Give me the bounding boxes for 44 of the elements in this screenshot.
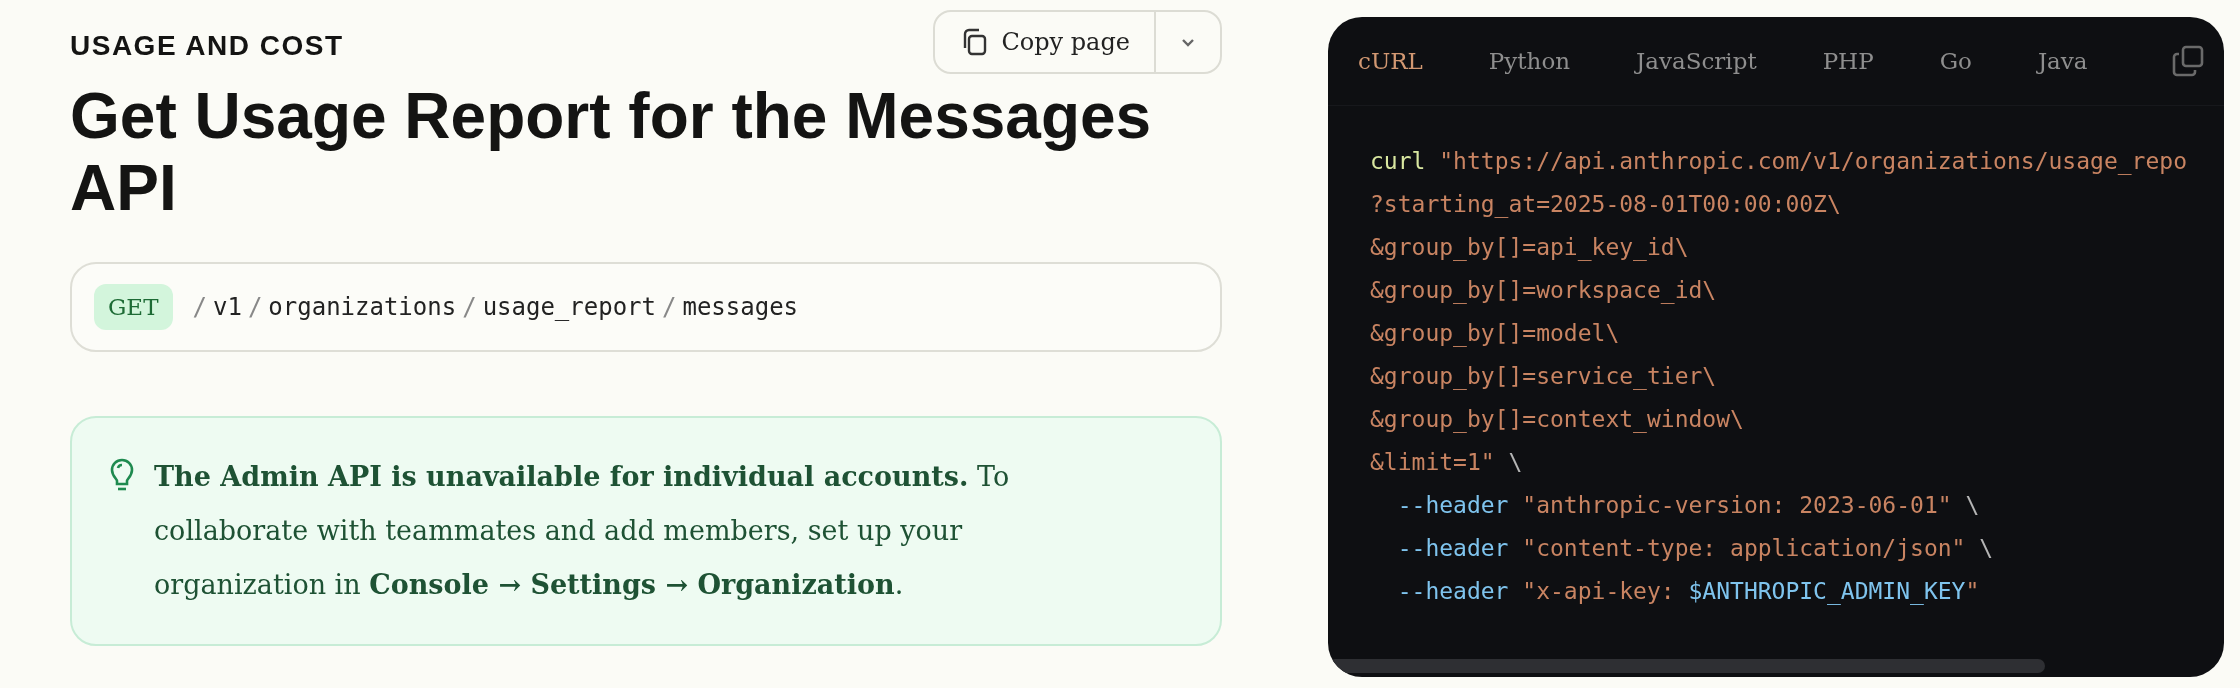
page-title: Get Usage Report for the Messages API xyxy=(70,80,1153,224)
path-separator: / xyxy=(662,293,677,321)
lightbulb-icon xyxy=(110,458,134,492)
copy-icon xyxy=(2172,45,2204,77)
callout-text: The Admin API is unavailable for individual accounts. To collaborate with teammates and add members, set up your organization in Console → Settings → Organization. xyxy=(154,460,1011,602)
code-text: ?starting_at=2025-08-01T00:00:00Z\ xyxy=(1370,190,1841,220)
code-text: "x-api-key: xyxy=(1521,577,1676,606)
path-separator: / xyxy=(192,293,207,321)
language-tab[interactable]: Python xyxy=(1480,44,1579,78)
code-text: &group_by[]=service_tier\ xyxy=(1370,362,1717,392)
code-text: --header xyxy=(1396,577,1509,606)
http-method: GET xyxy=(94,284,173,330)
path-text: messages xyxy=(682,293,799,321)
chevron-down-icon xyxy=(1181,37,1195,47)
section-label: USAGE AND COST xyxy=(70,30,344,62)
copy-icon xyxy=(961,28,988,56)
code-text: &limit=1" xyxy=(1370,448,1495,477)
code-text: $ANTHROPIC_ADMIN_KEY xyxy=(1688,577,1966,607)
code-text: curl xyxy=(1370,147,1426,176)
path-text: organizations xyxy=(268,293,457,321)
language-tab[interactable]: Java xyxy=(2029,44,2096,78)
language-tab[interactable]: JavaScript xyxy=(1628,44,1765,78)
path-text: v1 xyxy=(212,293,242,321)
language-tab[interactable]: cURL xyxy=(1350,44,1431,78)
code-text: --header xyxy=(1396,491,1509,520)
code-text: \ xyxy=(1978,534,1994,563)
copy-page-button[interactable]: Copy page xyxy=(935,12,1156,72)
language-tab[interactable]: Go xyxy=(1931,44,1980,78)
code-text: "anthropic-version: 2023-06-01" xyxy=(1521,491,1952,520)
language-tab[interactable]: PHP xyxy=(1814,44,1882,78)
code-text: &group_by[]=context_window\ xyxy=(1370,405,1744,435)
code-text: \ xyxy=(1507,448,1523,477)
path-separator: / xyxy=(462,293,477,321)
copy-code-button[interactable] xyxy=(2172,45,2204,77)
code-text: --header xyxy=(1396,534,1509,563)
code-text: &group_by[]=api_key_id\ xyxy=(1370,233,1689,263)
path-separator: / xyxy=(247,293,263,321)
code-text: "https://api.anthropic.com/v1/organizations/usage_repo xyxy=(1438,147,2187,177)
code-text: &group_by[]=workspace_id\ xyxy=(1370,276,1717,306)
code-text: " xyxy=(1965,577,1980,606)
code-text: "content-type: application/json" xyxy=(1521,534,1966,563)
code-text: &group_by[]=model\ xyxy=(1370,319,1620,349)
path-text: usage_report xyxy=(482,293,656,321)
code-text: \ xyxy=(1964,491,1980,520)
